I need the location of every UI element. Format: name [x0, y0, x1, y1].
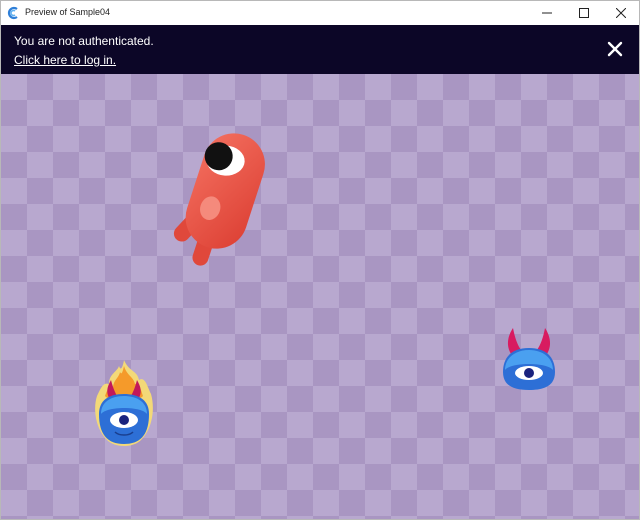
auth-banner: You are not authenticated. Click here to…	[1, 25, 639, 74]
title-bar[interactable]: Preview of Sample04	[1, 1, 639, 25]
minimize-button[interactable]	[527, 1, 567, 25]
login-link[interactable]: Click here to log in.	[14, 53, 116, 67]
app-window: Preview of Sample04 You are not authenti…	[0, 0, 640, 520]
auth-message: You are not authenticated.	[14, 34, 154, 48]
preview-canvas[interactable]	[1, 74, 639, 519]
banner-close-button[interactable]	[605, 39, 625, 59]
maximize-icon	[579, 8, 589, 18]
minimize-icon	[542, 12, 552, 14]
close-window-button[interactable]	[601, 1, 639, 25]
close-icon	[616, 8, 626, 18]
flaming-blue-monster[interactable]	[89, 358, 159, 454]
maximize-button[interactable]	[564, 1, 604, 25]
app-logo-icon	[6, 6, 20, 20]
horned-blue-monster[interactable]	[497, 324, 561, 394]
red-cyclops-monster[interactable]	[171, 126, 291, 276]
window-title: Preview of Sample04	[25, 7, 111, 17]
close-icon	[607, 41, 623, 57]
